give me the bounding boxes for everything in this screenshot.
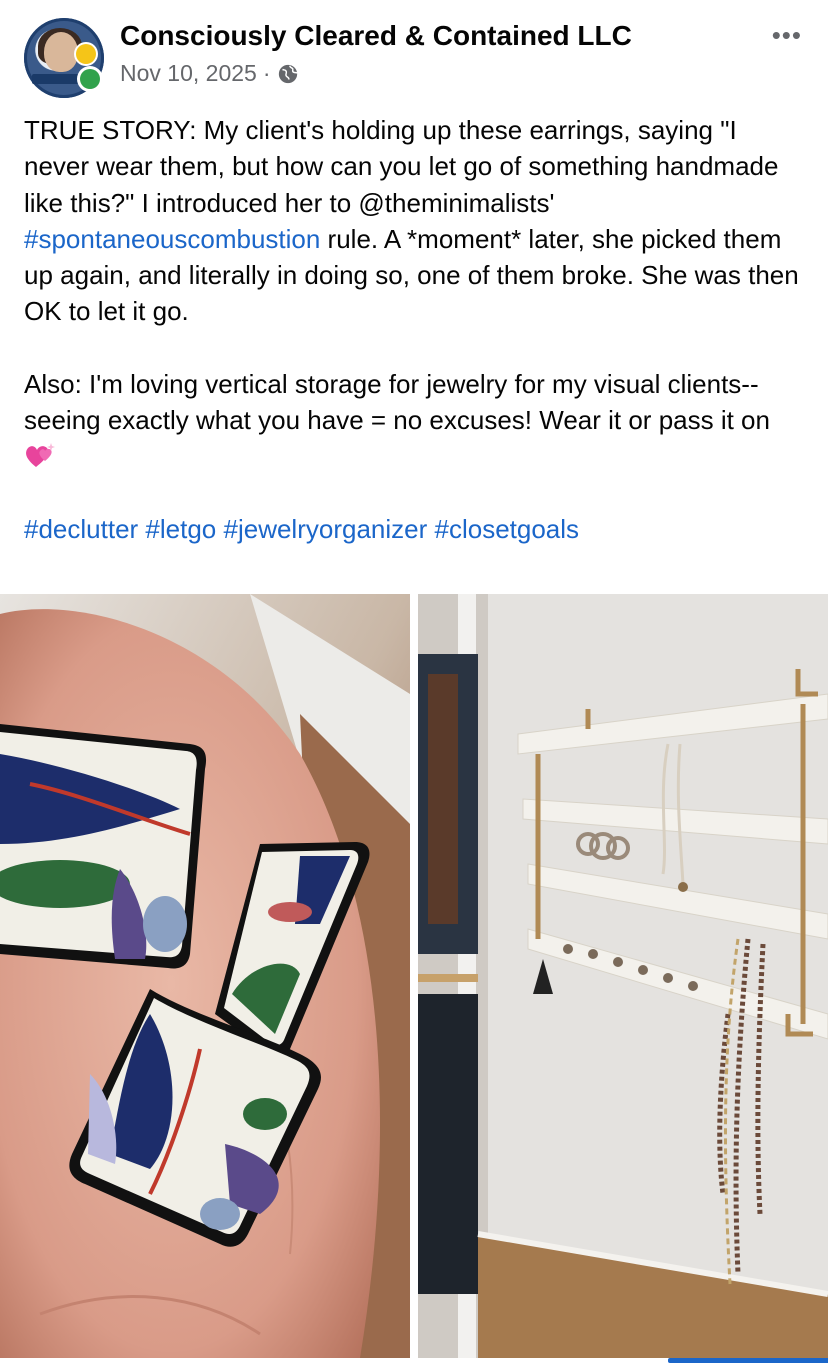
avatar-face [44,32,78,72]
post-text-part: Also: I'm loving vertical storage for je… [24,368,770,436]
hashtag-link[interactable]: #spontaneouscombustion [24,224,320,254]
broken-earrings-photo[interactable] [0,594,410,1358]
post-meta: Nov 10, 2025 · [120,60,299,87]
post-date[interactable]: Nov 10, 2025 [120,60,257,87]
hashtag-link[interactable]: #jewelryorganizer [224,514,428,544]
post-paragraph-1: TRUE STORY: My client's holding up these… [24,112,804,330]
jewelry-organizer-image [418,594,828,1358]
scroll-indicator [668,1358,828,1363]
post-text-part: TRUE STORY: My client's holding up these… [24,115,779,218]
post-paragraph-2: Also: I'm loving vertical storage for je… [24,366,804,475]
hashtag-list: #declutter #letgo #jewelryorganizer #clo… [24,511,804,547]
more-options-button[interactable]: ••• [772,20,802,51]
post-header: Consciously Cleared & Contained LLC Nov … [0,0,828,110]
jewelry-organizer-photo[interactable] [418,594,828,1358]
hashtag-link[interactable]: #letgo [145,514,216,544]
globe-icon[interactable] [277,63,299,85]
hashtag-link[interactable]: #closetgoals [435,514,580,544]
certification-badge-icon [76,44,96,64]
hashtag-link[interactable]: #declutter [24,514,138,544]
sparkling-hearts-emoji [26,443,55,468]
broken-earrings-image [0,594,410,1358]
author-name[interactable]: Consciously Cleared & Contained LLC [120,20,632,52]
meta-separator: · [262,60,271,86]
post-body: TRUE STORY: My client's holding up these… [24,112,804,547]
online-status-icon [80,69,100,89]
